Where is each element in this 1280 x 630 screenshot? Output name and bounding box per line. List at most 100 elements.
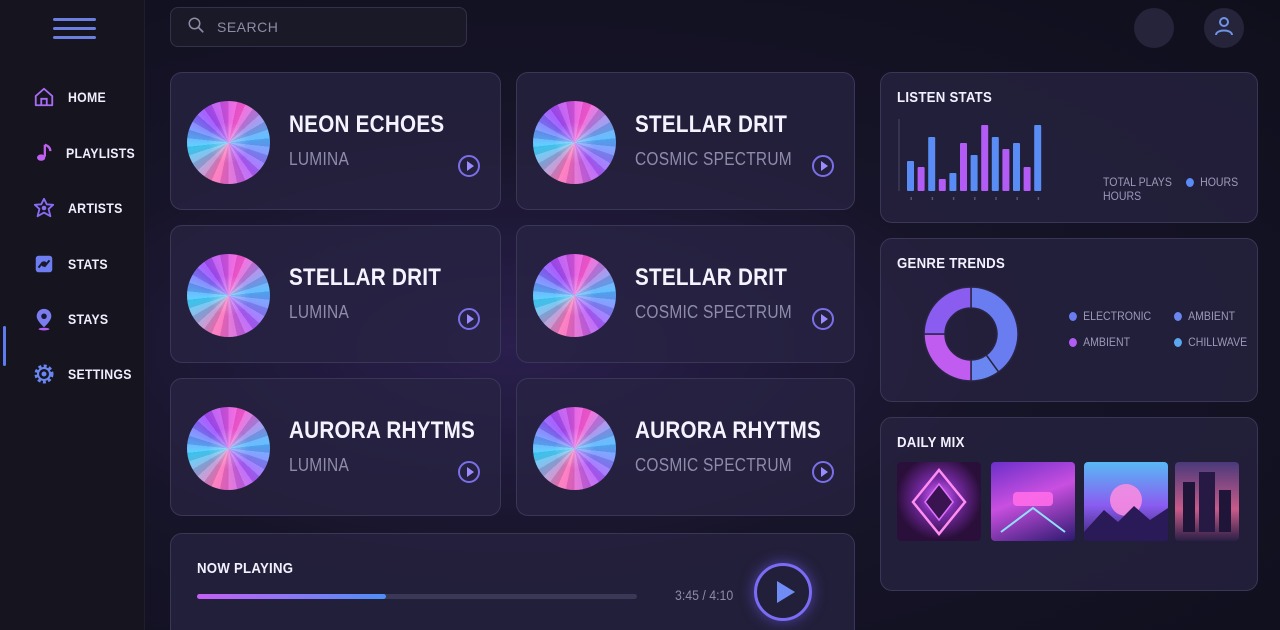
daily-mix-title: DAILY MIX bbox=[897, 434, 965, 451]
chart-bar bbox=[960, 143, 967, 191]
legend-item: AMBIENT bbox=[1069, 335, 1130, 349]
x-tick bbox=[952, 197, 955, 200]
sidebar-item-label: PLAYLISTS bbox=[66, 145, 136, 161]
song-card[interactable]: STELLAR DRIT COSMIC SPECTRUM bbox=[516, 72, 855, 210]
active-indicator bbox=[3, 326, 6, 366]
chart-bar bbox=[938, 179, 946, 191]
song-title: AURORA RHYTMS bbox=[289, 417, 476, 444]
time-display: 3:45 / 4:10 bbox=[675, 587, 734, 603]
sidebar-item-label: STAYS bbox=[68, 311, 109, 327]
legend-dot bbox=[1174, 311, 1182, 321]
play-icon[interactable] bbox=[812, 308, 834, 330]
song-card[interactable]: STELLAR DRIT COSMIC SPECTRUM bbox=[516, 225, 855, 363]
now-playing-title: NOW PLAYING bbox=[197, 560, 294, 577]
stats-icon bbox=[32, 252, 56, 276]
sidebar-item-label: ARTISTS bbox=[68, 200, 123, 216]
chart-bar bbox=[928, 137, 936, 191]
legend-dot bbox=[1069, 311, 1077, 321]
play-icon[interactable] bbox=[458, 308, 480, 330]
song-title: AURORA RHYTMS bbox=[635, 417, 822, 444]
chart-bar bbox=[970, 155, 978, 191]
listen-stats-title: LISTEN STATS bbox=[897, 89, 993, 106]
search-icon bbox=[187, 16, 205, 39]
sidebar-item-stays[interactable]: STAYS bbox=[32, 304, 142, 334]
song-card[interactable]: AURORA RHYTMS LUMINA bbox=[170, 378, 501, 516]
legend-dot bbox=[1174, 337, 1182, 347]
star-icon bbox=[32, 196, 56, 220]
user-icon bbox=[1212, 14, 1236, 43]
play-icon[interactable] bbox=[812, 155, 834, 177]
mix-thumbnail[interactable] bbox=[897, 462, 981, 541]
notification-button[interactable] bbox=[1134, 8, 1174, 48]
mix-thumbnail[interactable] bbox=[991, 462, 1075, 541]
chart-bar bbox=[1013, 143, 1020, 191]
album-art bbox=[187, 101, 270, 184]
menu-icon[interactable] bbox=[53, 18, 96, 42]
play-icon[interactable] bbox=[458, 155, 480, 177]
legend-label: CHILLWAVE bbox=[1188, 335, 1248, 349]
legend-item: AMBIENT bbox=[1174, 309, 1235, 323]
genre-trends-panel: GENRE TRENDS ELECTRONIC AMBIENT AMBIENT … bbox=[880, 238, 1258, 402]
x-tick bbox=[910, 197, 912, 200]
sidebar-item-playlists[interactable]: PLAYLISTS bbox=[32, 138, 142, 168]
play-icon[interactable] bbox=[458, 461, 480, 483]
song-card[interactable]: AURORA RHYTMS COSMIC SPECTRUM bbox=[516, 378, 855, 516]
x-tick bbox=[974, 197, 976, 200]
legend-label: AMBIENT bbox=[1083, 335, 1131, 349]
legend-hours: HOURS bbox=[1186, 175, 1238, 189]
song-card[interactable]: NEON ECHOES LUMINA bbox=[170, 72, 501, 210]
mix-thumbnail[interactable] bbox=[1175, 462, 1239, 541]
mix-thumbnail[interactable] bbox=[1084, 462, 1168, 541]
song-card[interactable]: STELLAR DRIT LUMINA bbox=[170, 225, 501, 363]
sidebar-item-stats[interactable]: STATS bbox=[32, 249, 142, 279]
legend-dot bbox=[1069, 337, 1077, 347]
legend-label: HOURS bbox=[1200, 175, 1239, 189]
album-art bbox=[187, 407, 270, 490]
chart-bar bbox=[1023, 167, 1031, 191]
map-pin-icon bbox=[32, 307, 56, 331]
donut-slice bbox=[923, 286, 972, 335]
song-artist: LUMINA bbox=[289, 149, 350, 169]
sidebar-item-settings[interactable]: SETTINGS bbox=[32, 359, 142, 389]
x-tick bbox=[1037, 197, 1040, 200]
sidebar-item-artists[interactable]: ARTISTS bbox=[32, 193, 142, 223]
sidebar: HOME PLAYLISTS ARTISTS STATS STAYS SETTI… bbox=[0, 0, 145, 630]
sidebar-item-label: SETTINGS bbox=[68, 366, 132, 382]
song-artist: LUMINA bbox=[289, 455, 350, 475]
album-art bbox=[533, 254, 616, 337]
legend-label: AMBIENT bbox=[1188, 309, 1236, 323]
chart-bar bbox=[1034, 125, 1042, 191]
gear-icon bbox=[32, 362, 56, 386]
chart-bar bbox=[981, 125, 989, 191]
legend-label: ELECTRONIC bbox=[1083, 309, 1152, 323]
legend-total-plays: TOTAL PLAYS bbox=[1103, 175, 1172, 189]
genre-donut-chart bbox=[923, 286, 1019, 382]
song-title: STELLAR DRIT bbox=[635, 111, 788, 138]
song-artist: COSMIC SPECTRUM bbox=[635, 302, 792, 322]
now-playing-bar: NOW PLAYING 3:45 / 4:10 bbox=[170, 533, 855, 630]
chart-bar bbox=[949, 173, 957, 191]
music-note-icon bbox=[32, 141, 54, 165]
album-art bbox=[533, 407, 616, 490]
chart-bar bbox=[1002, 149, 1010, 191]
progress-bar[interactable] bbox=[197, 594, 637, 599]
profile-button[interactable] bbox=[1204, 8, 1244, 48]
song-title: STELLAR DRIT bbox=[635, 264, 788, 291]
search-bar[interactable] bbox=[170, 7, 467, 47]
chart-bar bbox=[991, 137, 999, 191]
song-title: NEON ECHOES bbox=[289, 111, 445, 138]
play-button[interactable] bbox=[754, 563, 812, 621]
sidebar-item-label: STATS bbox=[68, 256, 108, 272]
sidebar-item-home[interactable]: HOME bbox=[32, 82, 142, 112]
song-artist: COSMIC SPECTRUM bbox=[635, 149, 792, 169]
genre-trends-title: GENRE TRENDS bbox=[897, 255, 1006, 272]
chart-bar bbox=[917, 167, 925, 191]
song-artist: COSMIC SPECTRUM bbox=[635, 455, 792, 475]
play-icon[interactable] bbox=[812, 461, 834, 483]
listen-stats-chart bbox=[898, 119, 1042, 200]
song-artist: LUMINA bbox=[289, 302, 350, 322]
x-tick bbox=[931, 197, 934, 200]
legend-item: CHILLWAVE bbox=[1174, 335, 1247, 349]
album-art bbox=[187, 254, 270, 337]
search-input[interactable] bbox=[217, 19, 447, 35]
